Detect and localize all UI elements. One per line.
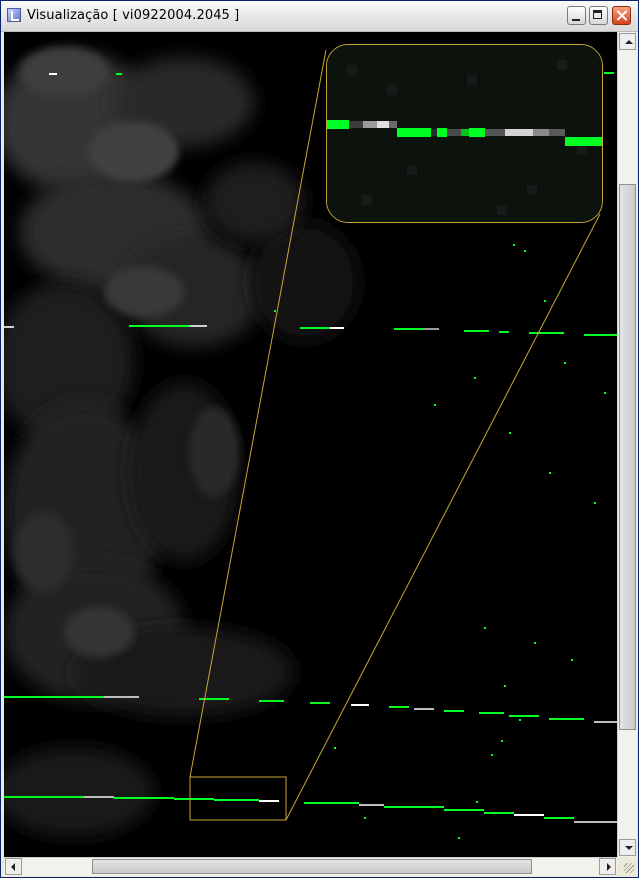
close-button[interactable] bbox=[612, 6, 631, 25]
resize-grip[interactable] bbox=[617, 857, 636, 875]
maximize-button[interactable] bbox=[589, 6, 608, 25]
scroll-left-button[interactable] bbox=[5, 858, 22, 875]
app-icon[interactable] bbox=[7, 8, 21, 22]
viewer-window: Visualização [ vi0922004.2045 ] bbox=[0, 0, 639, 878]
scroll-down-button[interactable] bbox=[619, 839, 636, 856]
cloud-layer bbox=[4, 47, 359, 837]
scroll-right-button[interactable] bbox=[599, 858, 616, 875]
minimize-button[interactable] bbox=[567, 6, 586, 25]
title-bar[interactable]: Visualização [ vi0922004.2045 ] bbox=[1, 1, 638, 32]
image-viewport[interactable] bbox=[4, 32, 617, 857]
vertical-scroll-thumb[interactable] bbox=[619, 184, 636, 730]
scroll-up-button[interactable] bbox=[619, 33, 636, 50]
horizontal-scrollbar[interactable] bbox=[4, 857, 617, 876]
vertical-scrollbar[interactable] bbox=[617, 32, 637, 857]
horizontal-scroll-thumb[interactable] bbox=[92, 859, 532, 874]
zoomed-detail bbox=[327, 45, 602, 222]
zoom-inset bbox=[326, 44, 603, 223]
window-title: Visualização [ vi0922004.2045 ] bbox=[27, 8, 240, 23]
